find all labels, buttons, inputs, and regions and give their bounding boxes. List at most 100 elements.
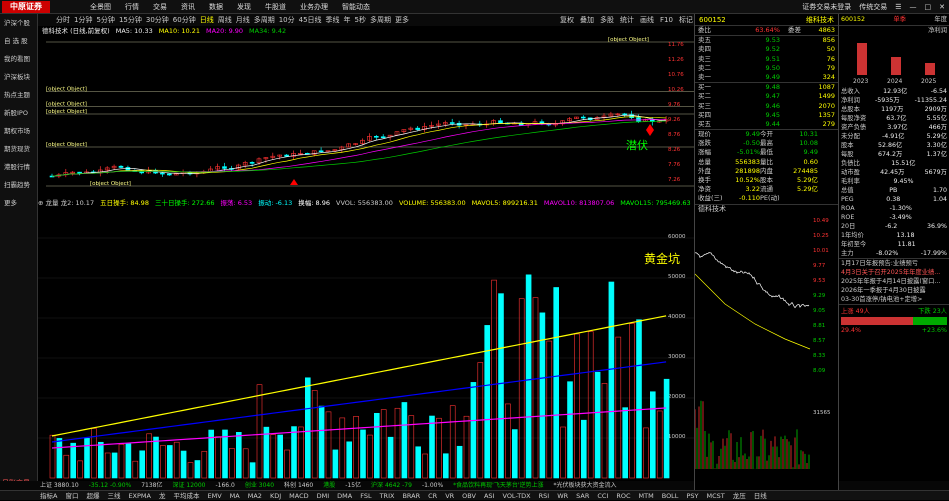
tab-period[interactable]: 周线 xyxy=(218,14,232,26)
tab-period[interactable]: 60分钟 xyxy=(173,14,196,26)
indicator-tab[interactable]: MTM xyxy=(639,491,654,500)
tab-period[interactable]: 10分 xyxy=(279,14,295,26)
menu-item[interactable]: 智能动态 xyxy=(342,0,370,14)
chart-tool-button[interactable]: 画线 xyxy=(640,14,654,26)
chart-tool-button[interactable]: 叠加 xyxy=(580,14,594,26)
sidebar-item[interactable]: 港股行情 xyxy=(0,158,37,176)
ask-row-cell: 卖三 xyxy=(698,54,711,63)
minimize-icon[interactable]: — xyxy=(910,0,917,14)
news-item[interactable]: 1月17日年报预告:业绩预亏 xyxy=(839,259,949,268)
maximize-icon[interactable]: □ xyxy=(925,0,932,14)
ma-legend: 德科技术 (日线,前复权) MA5: 10.33 MA10: 10.21 MA2… xyxy=(42,26,286,36)
chart-tool-button[interactable]: 复权 xyxy=(560,14,574,26)
menu-item[interactable]: 数据 xyxy=(209,0,223,14)
news-item[interactable]: 03-30首涨停/钠电池+定增> xyxy=(839,295,949,304)
indicator-tab[interactable]: BOLL xyxy=(662,491,679,500)
menu-item[interactable]: 牛股道 xyxy=(265,0,286,14)
indicator-tab[interactable]: 指标A xyxy=(40,491,57,500)
close-icon[interactable]: ✕ xyxy=(939,0,945,14)
indicator-tab[interactable]: VOL-TDX xyxy=(502,491,530,500)
indicator-tab[interactable]: 窗口 xyxy=(65,491,78,500)
chart-tool-button[interactable]: F10 xyxy=(660,14,673,26)
sidebar-item[interactable]: 更多 xyxy=(0,194,37,212)
menu-icon[interactable]: ☰ xyxy=(895,0,901,14)
trade-login-link[interactable]: 证券交易未登录 xyxy=(802,0,851,14)
indicator-tab[interactable]: ASI xyxy=(484,491,495,500)
news-item[interactable]: 4月3日关于召开2025年年度业绩... xyxy=(839,268,949,277)
tab-year[interactable]: 年度 xyxy=(934,14,947,25)
indicator-tab[interactable]: 龙 xyxy=(159,491,166,500)
classic-trade-link[interactable]: 传统交易 xyxy=(859,0,887,14)
indicator-tab[interactable]: ROC xyxy=(616,491,630,500)
indicator-tab[interactable]: RSI xyxy=(539,491,550,500)
indicator-tab[interactable]: CR xyxy=(428,491,437,500)
indicator-tab[interactable]: 平均成本 xyxy=(174,491,200,500)
tab-period[interactable]: 更多 xyxy=(395,14,409,26)
tab-period[interactable]: 多周期 xyxy=(254,14,275,26)
indicator-tab[interactable]: PSY xyxy=(686,491,698,500)
indicator-tab[interactable]: MA xyxy=(230,491,240,500)
sidebar-item[interactable]: 期货现货 xyxy=(0,140,37,158)
indicator-tab[interactable]: CCI xyxy=(597,491,608,500)
tab-period[interactable]: 1分钟 xyxy=(74,14,92,26)
indicator-tab[interactable]: EXPMA xyxy=(128,491,151,500)
indicator-tab[interactable]: BRAR xyxy=(402,491,420,500)
menu-item[interactable]: 业务办理 xyxy=(300,0,328,14)
indicator-tab[interactable]: SAR xyxy=(576,491,589,500)
sidebar-item[interactable]: 沪深个股 xyxy=(0,14,37,32)
tab-period[interactable]: 日线 xyxy=(200,14,214,26)
sidebar-item[interactable]: 热点主题 xyxy=(0,86,37,104)
tab-period[interactable]: 多周期 xyxy=(370,14,391,26)
sidebar-item[interactable]: 我的看图 xyxy=(0,50,37,68)
chart-tool-button[interactable]: 统计 xyxy=(620,14,634,26)
indicator-tab[interactable]: MCST xyxy=(706,491,724,500)
candle xyxy=(318,150,324,153)
indicator-tab[interactable]: 龙压 xyxy=(733,491,746,500)
fin-cell: PEG xyxy=(841,196,854,203)
tab-period[interactable]: 年 xyxy=(344,14,351,26)
indicator-tab[interactable]: 超爆 xyxy=(86,491,99,500)
indicator-tab[interactable]: EMV xyxy=(208,491,222,500)
sidebar-item[interactable]: 自 选 股 xyxy=(0,32,37,50)
fin-cell: -4.91亿 xyxy=(881,133,905,140)
indicator-tab[interactable]: TRIX xyxy=(380,491,395,500)
sidebar-item[interactable]: 扫霸趋势 xyxy=(0,176,37,194)
sidebar-item[interactable]: 新股IPO xyxy=(0,104,37,122)
indicator-tab[interactable]: OBV xyxy=(462,491,476,500)
chart-tool-button[interactable]: 标记 xyxy=(679,14,693,26)
indicator-tab[interactable]: FSL xyxy=(360,491,371,500)
tab-period[interactable]: 5秒 xyxy=(355,14,366,26)
sidebar-item[interactable]: 期权市场 xyxy=(0,122,37,140)
chart-tool-button[interactable]: 多股 xyxy=(600,14,614,26)
tab-period[interactable]: 月线 xyxy=(236,14,250,26)
tab-quarter[interactable]: 单季 xyxy=(893,14,906,25)
tab-period[interactable]: 5分钟 xyxy=(96,14,114,26)
kline-chart[interactable]: [object Object][object Object][object Ob… xyxy=(38,36,694,192)
indicator-tab[interactable]: MA2 xyxy=(248,491,262,500)
indicator-tab[interactable]: DMA xyxy=(337,491,352,500)
volume-chart[interactable]: 60000 50000 40000 30000 20000 10000 黄金坑 xyxy=(38,208,694,480)
news-item[interactable]: 2026年一季报于4月30日披露 xyxy=(839,286,949,295)
sidebar-item[interactable]: 沪深板块 xyxy=(0,68,37,86)
tab-period[interactable]: 30分钟 xyxy=(146,14,169,26)
tab-period[interactable]: 15分钟 xyxy=(119,14,142,26)
bid-list: 买一 9.48 1087 买二 9.47 1499 买三 9.46 2070 买四 9.45 1357… xyxy=(695,83,838,129)
indicator-tab[interactable]: VR xyxy=(445,491,454,500)
tab-period[interactable]: 分时 xyxy=(56,14,70,26)
price-tick: 8.76 xyxy=(668,132,681,138)
indicator-tab[interactable]: KDJ xyxy=(270,491,281,500)
menu-item[interactable]: 全景图 xyxy=(90,0,111,14)
news-item[interactable]: 2025年年报于4月14日披露(窗口... xyxy=(839,277,949,286)
indicator-tab[interactable]: WR xyxy=(557,491,568,500)
tab-period[interactable]: 季线 xyxy=(326,14,340,26)
indicator-tab[interactable]: MACD xyxy=(289,491,308,500)
indicator-tab[interactable]: DMI xyxy=(317,491,330,500)
menu-item[interactable]: 资讯 xyxy=(181,0,195,14)
menu-item[interactable]: 行情 xyxy=(125,0,139,14)
indicator-tab[interactable]: 三线 xyxy=(107,491,120,500)
tab-period[interactable]: 45日线 xyxy=(299,14,322,26)
indicator-tab[interactable]: 日线 xyxy=(754,491,767,500)
menu-item[interactable]: 交易 xyxy=(153,0,167,14)
menu-item[interactable]: 发现 xyxy=(237,0,251,14)
intraday-minichart[interactable]: 10.49 10.25 10.01 9.77 9.53 9.29 9.05 8.81 8.57 8… xyxy=(694,214,838,474)
